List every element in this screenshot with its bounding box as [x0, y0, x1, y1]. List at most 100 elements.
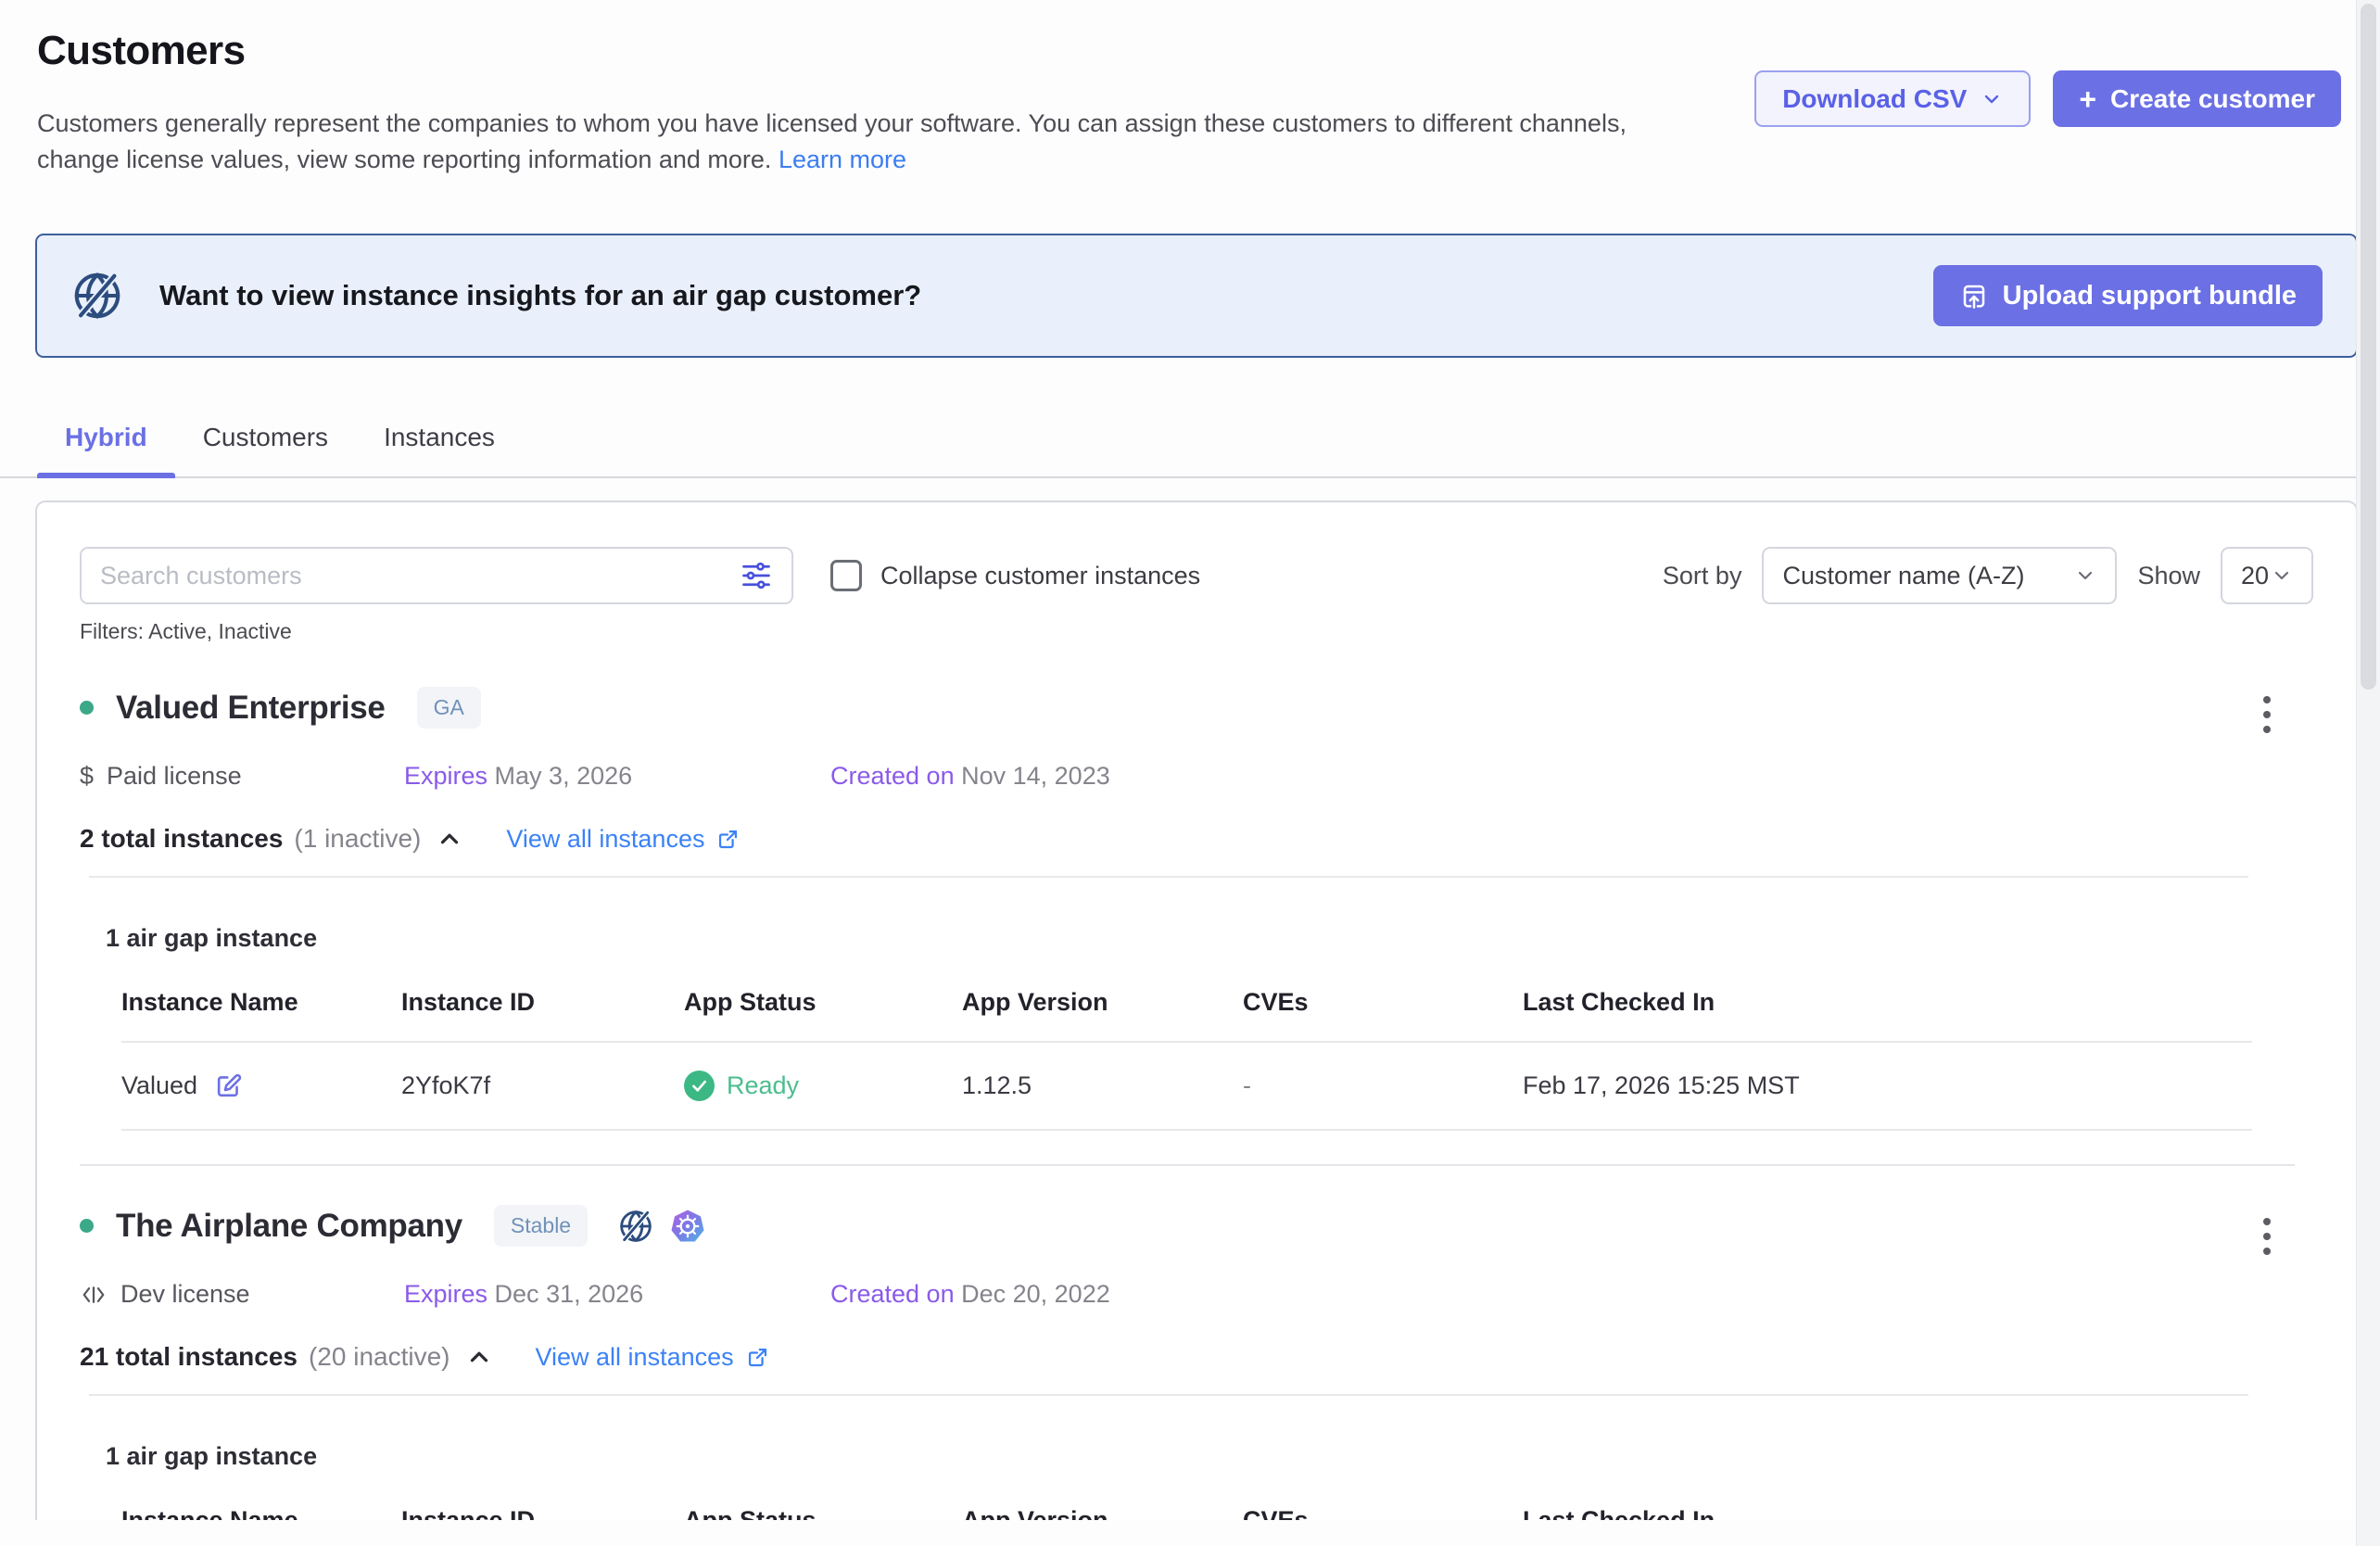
tab-hybrid[interactable]: Hybrid: [37, 408, 175, 476]
instances-summary-row: 2 total instances (1 inactive) View all …: [80, 824, 2313, 854]
collapse-instances-label: Collapse customer instances: [880, 562, 1200, 590]
tab-instances[interactable]: Instances: [356, 408, 523, 476]
search-input[interactable]: [100, 562, 740, 590]
col-instance-name: Instance Name: [121, 988, 401, 1017]
plus-icon: +: [2079, 84, 2096, 114]
filters-note: Filters: Active, Inactive: [37, 604, 2356, 644]
view-all-instances-link[interactable]: View all instances: [536, 1343, 770, 1372]
col-instance-name: Instance Name: [121, 1506, 401, 1520]
customer-name-row: The Airplane Company Stable: [80, 1205, 2313, 1247]
inactive-instances-note: (20 inactive): [309, 1342, 450, 1372]
page-header: Customers Customers generally represent …: [0, 0, 2380, 178]
create-customer-button[interactable]: + Create customer: [2053, 70, 2341, 127]
expires-label: Expires: [404, 1280, 487, 1308]
customers-page: Customers Customers generally represent …: [0, 0, 2380, 1546]
chevron-down-icon: [2271, 564, 2293, 587]
divider: [89, 1394, 2248, 1396]
instance-name: Valued: [121, 1071, 197, 1100]
airgap-instance-count: 1 air gap instance: [106, 1442, 2313, 1471]
col-instance-id: Instance ID: [401, 988, 684, 1017]
col-cves: CVEs: [1243, 1506, 1523, 1520]
sort-by-value: Customer name (A-Z): [1782, 562, 2024, 590]
col-cves: CVEs: [1243, 988, 1523, 1017]
sort-by-label: Sort by: [1663, 562, 1742, 590]
show-select[interactable]: 20: [2221, 547, 2313, 604]
instances-table: Instance Name Instance ID App Status App…: [121, 988, 2252, 1131]
created-date: Dec 20, 2022: [961, 1280, 1110, 1308]
kubernetes-icon: [669, 1208, 706, 1245]
customer-meta-row: Dev license Expires Dec 31, 2026 Created…: [80, 1280, 2313, 1309]
chevron-down-icon: [2074, 564, 2096, 587]
customer-name[interactable]: Valued Enterprise: [116, 690, 386, 727]
instances-summary-row: 21 total instances (20 inactive) View al…: [80, 1342, 2313, 1372]
active-status-dot: [80, 1219, 94, 1233]
header-actions: Download CSV + Create customer: [1754, 70, 2341, 127]
expires-date: Dec 31, 2026: [495, 1280, 644, 1308]
created-on-label: Created on: [830, 762, 955, 790]
external-link-icon: [745, 1345, 770, 1370]
kebab-menu-button[interactable]: [2258, 1212, 2276, 1261]
collapse-caret-up-icon[interactable]: [436, 825, 463, 853]
upload-icon: [1959, 281, 1989, 310]
app-status-text: Ready: [727, 1071, 799, 1100]
channel-icons: [617, 1208, 706, 1245]
toolbar: Collapse customer instances Sort by Cust…: [37, 502, 2356, 604]
customer-meta-row: $ Paid license Expires May 3, 2026 Creat…: [80, 762, 2313, 791]
cves-value: -: [1243, 1071, 1523, 1100]
customers-card: Collapse customer instances Sort by Cust…: [35, 501, 2358, 1520]
vertical-scrollbar[interactable]: [2356, 0, 2380, 1546]
learn-more-link[interactable]: Learn more: [779, 146, 906, 173]
divider: [89, 876, 2248, 878]
license-label: Dev license: [120, 1280, 250, 1309]
table-row: Valued 2YfoK7f Ready: [121, 1043, 2252, 1131]
edit-icon[interactable]: [214, 1071, 243, 1100]
page-description: Customers generally represent the compan…: [37, 106, 1682, 178]
instances-table: Instance Name Instance ID App Status App…: [121, 1506, 2252, 1520]
external-link-icon: [715, 827, 741, 852]
view-all-instances-label: View all instances: [506, 825, 704, 854]
toolbar-right: Sort by Customer name (A-Z) Show 20: [1663, 547, 2313, 604]
airgap-instance-count: 1 air gap instance: [106, 924, 2313, 953]
chevron-down-icon: [1981, 88, 2003, 110]
airgap-globe-icon: [70, 269, 124, 323]
page-title: Customers: [37, 28, 2343, 74]
show-label: Show: [2137, 562, 2200, 590]
expires-info: Expires May 3, 2026: [404, 762, 830, 791]
col-app-status: App Status: [684, 1506, 962, 1520]
license-type: Dev license: [80, 1280, 404, 1309]
filter-sliders-icon[interactable]: [740, 559, 773, 592]
customer-card-valued-enterprise: Valued Enterprise GA $ Paid license Expi…: [37, 644, 2356, 1131]
sort-by-select[interactable]: Customer name (A-Z): [1762, 547, 2117, 604]
expires-date: May 3, 2026: [495, 762, 633, 790]
airgap-banner: Want to view instance insights for an ai…: [35, 234, 2358, 358]
tab-customers[interactable]: Customers: [175, 408, 356, 476]
airgap-globe-icon: [617, 1208, 654, 1245]
collapse-instances-checkbox[interactable]: [830, 560, 862, 591]
total-instances-count: 2 total instances: [80, 824, 283, 854]
customer-card-airplane-company: The Airplane Company Stable: [37, 1166, 2356, 1520]
created-date: Nov 14, 2023: [961, 762, 1110, 790]
scrollbar-thumb[interactable]: [2361, 4, 2376, 690]
created-info: Created on Nov 14, 2023: [830, 762, 1257, 791]
expires-info: Expires Dec 31, 2026: [404, 1280, 830, 1309]
collapse-instances-group: Collapse customer instances: [830, 560, 1200, 591]
check-circle-icon: [684, 1071, 715, 1101]
col-instance-id: Instance ID: [401, 1506, 684, 1520]
instances-table-header: Instance Name Instance ID App Status App…: [121, 988, 2252, 1043]
download-csv-button[interactable]: Download CSV: [1754, 70, 2031, 127]
kebab-menu-button[interactable]: [2258, 691, 2276, 739]
channel-badge: GA: [417, 687, 481, 729]
upload-support-bundle-button[interactable]: Upload support bundle: [1933, 265, 2323, 326]
col-app-status: App Status: [684, 988, 962, 1017]
total-instances-count: 21 total instances: [80, 1342, 298, 1372]
col-app-version: App Version: [962, 1506, 1243, 1520]
customer-name-row: Valued Enterprise GA: [80, 687, 2313, 729]
download-csv-label: Download CSV: [1782, 84, 1967, 114]
banner-title: Want to view instance insights for an ai…: [159, 279, 921, 312]
search-box: [80, 547, 793, 604]
view-all-instances-label: View all instances: [536, 1343, 734, 1372]
customer-name[interactable]: The Airplane Company: [116, 1208, 462, 1245]
upload-button-label: Upload support bundle: [2003, 281, 2297, 311]
view-all-instances-link[interactable]: View all instances: [506, 825, 741, 854]
collapse-caret-up-icon[interactable]: [465, 1343, 493, 1371]
